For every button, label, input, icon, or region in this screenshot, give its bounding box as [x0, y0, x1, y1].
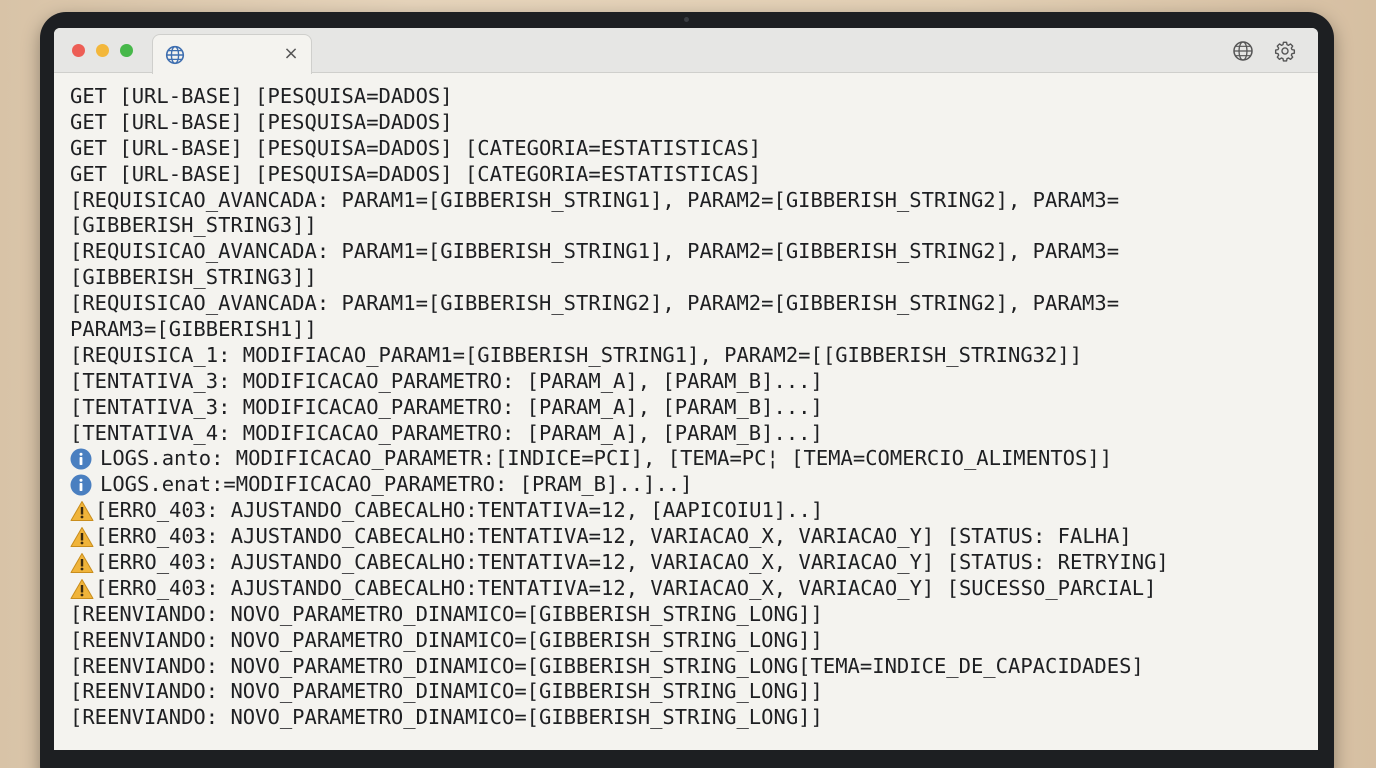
window-close-button[interactable]	[72, 44, 85, 57]
log-line-text: [REQUISICA_1: MODIFIACAO_PARAM1=[GIBBERI…	[70, 342, 1083, 367]
laptop-bezel	[40, 750, 1334, 768]
log-line: [REQUISICAO_AVANCADA: PARAM1=[GIBBERISH_…	[70, 188, 1310, 214]
log-line: [ERRO_403: AJUSTANDO_CABECALHO:TENTATIVA…	[70, 524, 1310, 550]
log-line: [REQUISICAO_AVANCADA: PARAM1=[GIBBERISH_…	[70, 291, 1310, 317]
log-line: [REQUISICA_1: MODIFIACAO_PARAM1=[GIBBERI…	[70, 343, 1310, 369]
log-line-text: [GIBBERISH_STRING3]]	[70, 213, 317, 238]
webcam	[684, 17, 689, 22]
window-minimize-button[interactable]	[96, 44, 109, 57]
laptop-frame: × GET [URL-BASE] [PESQUISA=DADOS] GET [UR…	[40, 12, 1334, 768]
log-line-text: [ERRO_403: AJUSTANDO_CABECALHO:TENTATIVA…	[95, 575, 1157, 600]
browser-tab[interactable]: ×	[152, 34, 312, 74]
log-line-text: [REENVIANDO: NOVO_PARAMETRO_DINAMICO=[GI…	[70, 627, 823, 652]
log-line-text: LOGS.anto: MODIFICACAO_PARAMETR:[INDICE=…	[100, 446, 1113, 471]
info-icon	[70, 448, 92, 470]
window-zoom-button[interactable]	[120, 44, 133, 57]
log-line-text: [ERRO_403: AJUSTANDO_CABECALHO:TENTATIVA…	[95, 524, 1132, 549]
log-line-text: GET [URL-BASE] [PESQUISA=DADOS] [CATEGOR…	[70, 161, 762, 186]
log-line: PARAM3=[GIBBERISH1]]	[70, 317, 1310, 343]
log-line: [TENTATIVA_3: MODIFICACAO_PARAMETRO: [PA…	[70, 395, 1310, 421]
log-line-text: GET [URL-BASE] [PESQUISA=DADOS] [CATEGOR…	[70, 135, 762, 160]
log-line: [ERRO_403: AJUSTANDO_CABECALHO:TENTATIVA…	[70, 576, 1310, 602]
warning-icon	[70, 527, 94, 548]
warning-icon	[70, 552, 94, 573]
log-line: [ERRO_403: AJUSTANDO_CABECALHO:TENTATIVA…	[70, 498, 1310, 524]
log-line-text: [REQUISICAO_AVANCADA: PARAM1=[GIBBERISH_…	[70, 187, 1120, 212]
log-line-text: [TENTATIVA_3: MODIFICACAO_PARAMETRO: [PA…	[70, 368, 823, 393]
browser-window: × GET [URL-BASE] [PESQUISA=DADOS] GET [UR…	[54, 28, 1318, 750]
log-line-text: [REQUISICAO_AVANCADA: PARAM1=[GIBBERISH_…	[70, 239, 1120, 264]
log-line: [GIBBERISH_STRING3]]	[70, 213, 1310, 239]
log-line: GET [URL-BASE] [PESQUISA=DADOS]	[70, 84, 1310, 110]
log-line-text: LOGS.enat:=MODIFICACAO_PARAMETRO: [PRAM_…	[100, 472, 693, 497]
log-output: GET [URL-BASE] [PESQUISA=DADOS] GET [URL-…	[70, 84, 1310, 744]
log-line-text: GET [URL-BASE] [PESQUISA=DADOS]	[70, 109, 453, 134]
warning-icon	[70, 501, 94, 522]
log-line: LOGS.anto: MODIFICACAO_PARAMETR:[INDICE=…	[70, 446, 1310, 472]
warning-icon	[70, 578, 94, 599]
log-line: [TENTATIVA_4: MODIFICACAO_PARAMETRO: [PA…	[70, 421, 1310, 447]
log-line: GET [URL-BASE] [PESQUISA=DADOS] [CATEGOR…	[70, 136, 1310, 162]
gear-icon[interactable]	[1274, 40, 1296, 62]
globe-icon[interactable]	[1232, 40, 1254, 62]
log-line-text: [REQUISICAO_AVANCADA: PARAM1=[GIBBERISH_…	[70, 291, 1120, 316]
log-line: [REENVIANDO: NOVO_PARAMETRO_DINAMICO=[GI…	[70, 602, 1310, 628]
log-line: GET [URL-BASE] [PESQUISA=DADOS] [CATEGOR…	[70, 162, 1310, 188]
log-line-text: PARAM3=[GIBBERISH1]]	[70, 317, 317, 342]
log-line-text: [ERRO_403: AJUSTANDO_CABECALHO:TENTATIVA…	[95, 498, 824, 523]
log-line-text: GET [URL-BASE] [PESQUISA=DADOS]	[70, 84, 453, 108]
log-line: [REENVIANDO: NOVO_PARAMETRO_DINAMICO=[GI…	[70, 705, 1310, 731]
log-line: [GIBBERISH_STRING3]]	[70, 265, 1310, 291]
browser-titlebar: ×	[54, 28, 1318, 74]
log-line: [ERRO_403: AJUSTANDO_CABECALHO:TENTATIVA…	[70, 550, 1310, 576]
log-line-text: [TENTATIVA_3: MODIFICACAO_PARAMETRO: [PA…	[70, 394, 823, 419]
log-line: [REENVIANDO: NOVO_PARAMETRO_DINAMICO=[GI…	[70, 679, 1310, 705]
log-line: [TENTATIVA_3: MODIFICACAO_PARAMETRO: [PA…	[70, 369, 1310, 395]
log-line: [REENVIANDO: NOVO_PARAMETRO_DINAMICO=[GI…	[70, 654, 1310, 680]
log-line-text: [REENVIANDO: NOVO_PARAMETRO_DINAMICO=[GI…	[70, 653, 1144, 678]
log-line: GET [URL-BASE] [PESQUISA=DADOS]	[70, 110, 1310, 136]
tab-close-button[interactable]: ×	[281, 44, 301, 64]
log-line-text: [GIBBERISH_STRING3]]	[70, 265, 317, 290]
log-line-text: [ERRO_403: AJUSTANDO_CABECALHO:TENTATIVA…	[95, 550, 1169, 575]
info-icon	[70, 474, 92, 496]
log-line-text: [REENVIANDO: NOVO_PARAMETRO_DINAMICO=[GI…	[70, 601, 823, 626]
log-line-text: [REENVIANDO: NOVO_PARAMETRO_DINAMICO=[GI…	[70, 679, 823, 704]
log-line-text: [TENTATIVA_4: MODIFICACAO_PARAMETRO: [PA…	[70, 420, 823, 445]
log-line: LOGS.enat:=MODIFICACAO_PARAMETRO: [PRAM_…	[70, 472, 1310, 498]
log-line: [REQUISICAO_AVANCADA: PARAM1=[GIBBERISH_…	[70, 239, 1310, 265]
log-line-text: [REENVIANDO: NOVO_PARAMETRO_DINAMICO=[GI…	[70, 705, 823, 730]
log-line: [REENVIANDO: NOVO_PARAMETRO_DINAMICO=[GI…	[70, 628, 1310, 654]
globe-icon	[165, 45, 185, 65]
